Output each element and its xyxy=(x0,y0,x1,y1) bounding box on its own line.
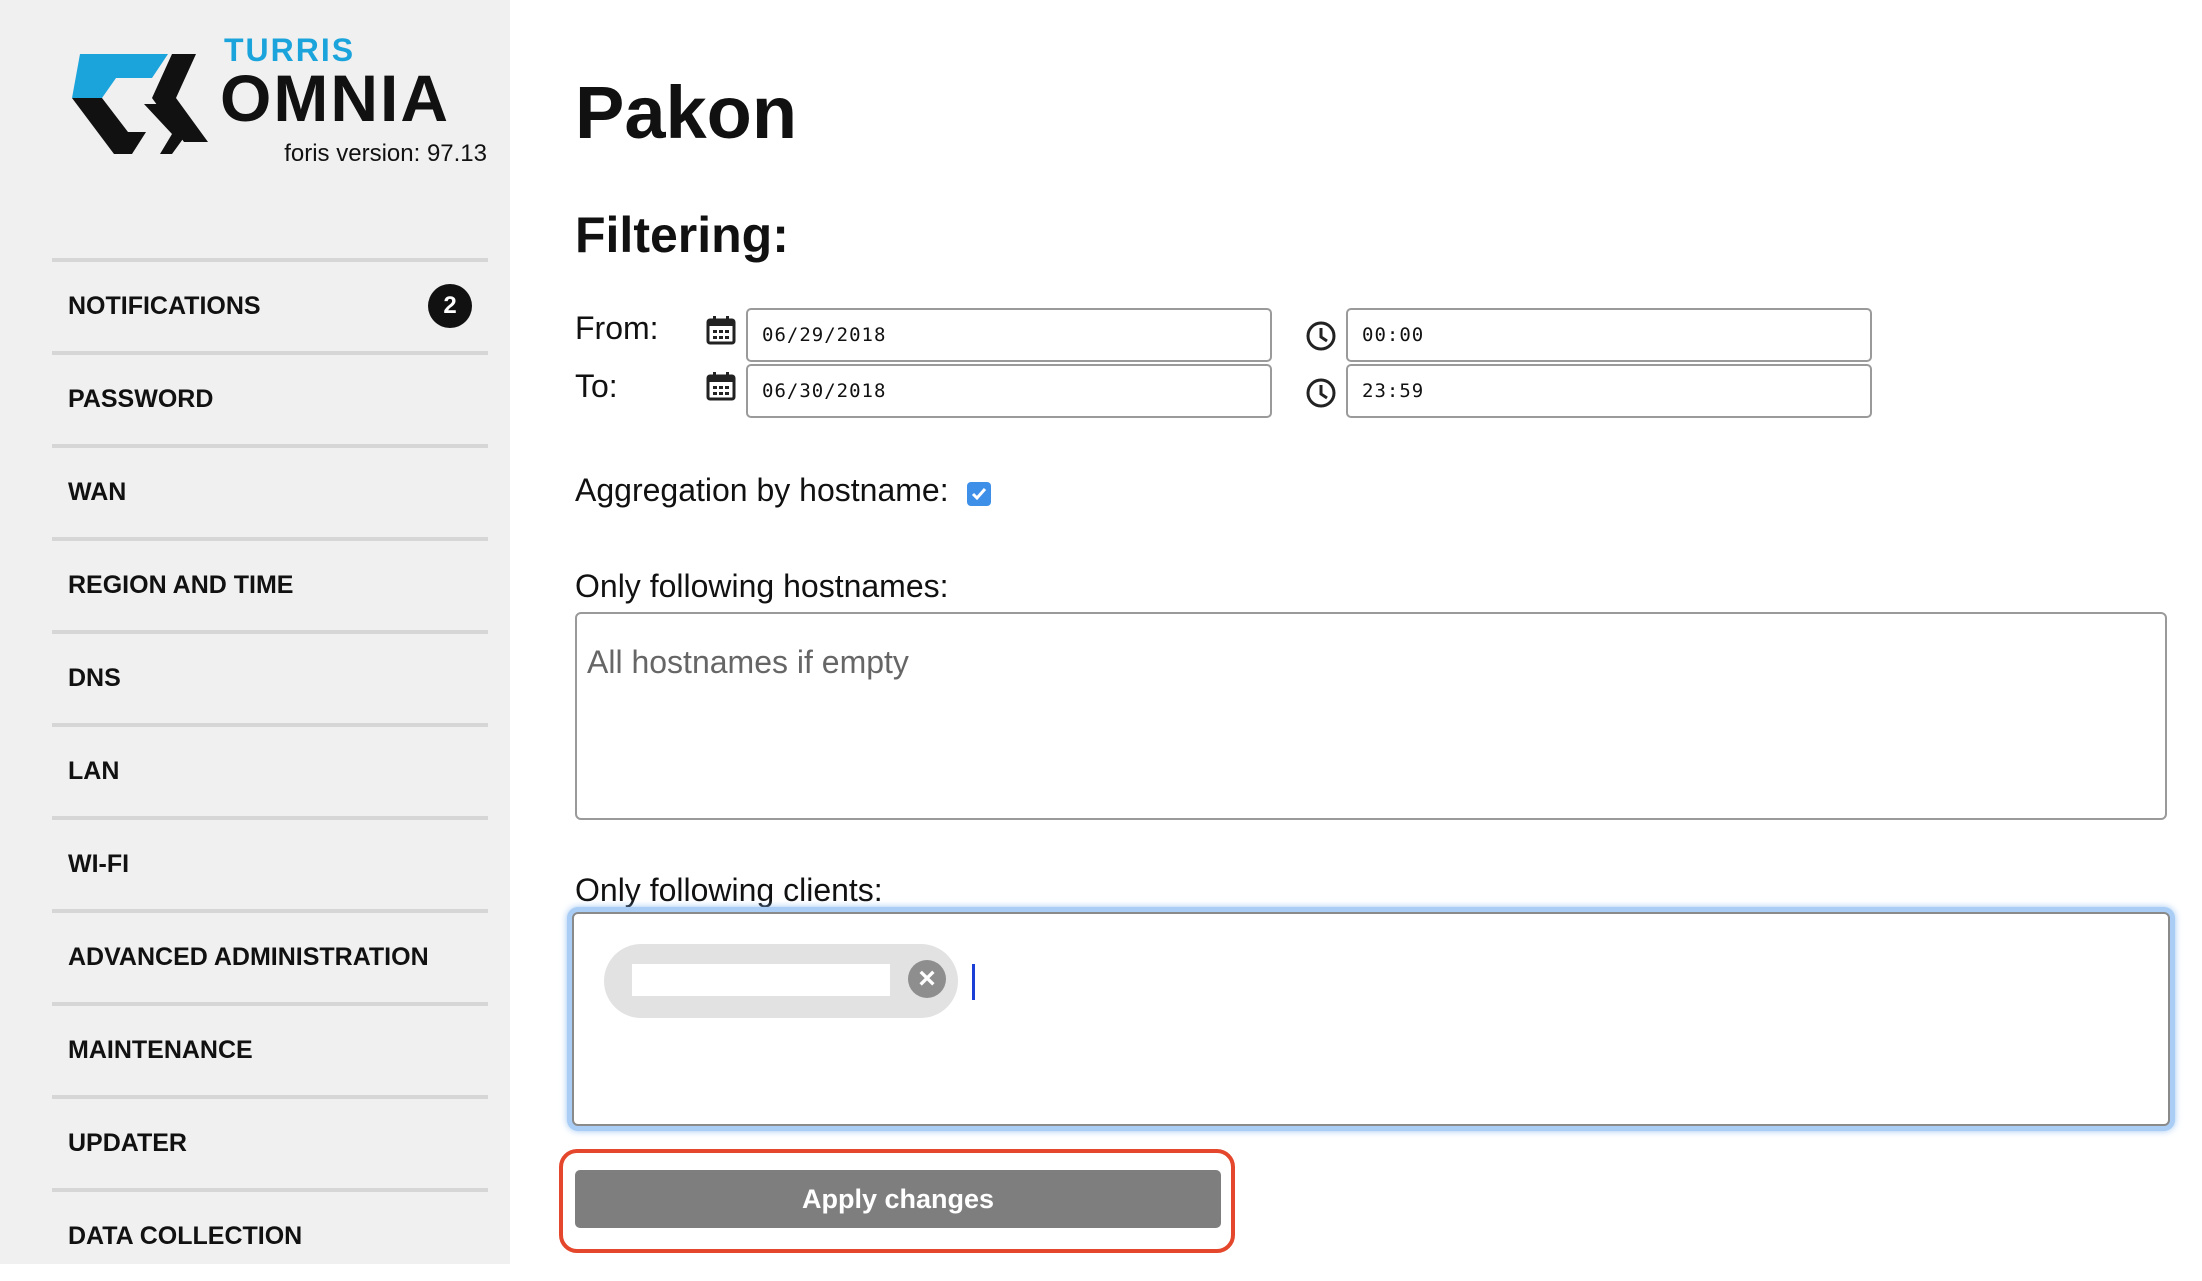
sidebar: TURRIS OMNIA foris version: 97.13 NOTIFI… xyxy=(0,0,510,1264)
sidebar-item-label: DNS xyxy=(68,664,121,692)
sidebar-item-label: DATA COLLECTION xyxy=(68,1222,303,1250)
filtering-title: Filtering: xyxy=(575,207,789,263)
apply-changes-button[interactable]: Apply changes xyxy=(575,1170,1221,1228)
foris-version-label: foris version: xyxy=(284,140,421,167)
sidebar-item-password[interactable]: PASSWORD xyxy=(52,351,488,444)
sidebar-item-dns[interactable]: DNS xyxy=(52,630,488,723)
foris-version-number: 97.13 xyxy=(426,140,487,167)
sidebar-item-label: ADVANCED ADMINISTRATION xyxy=(68,943,429,971)
turris-logo-icon xyxy=(72,54,208,154)
foris-version: foris version: 97.13 xyxy=(284,140,487,168)
notification-count-badge: 2 xyxy=(428,284,472,328)
sidebar-item-data-collection[interactable]: DATA COLLECTION xyxy=(52,1188,488,1281)
client-tag[interactable]: × xyxy=(604,944,958,1018)
clock-icon[interactable] xyxy=(1305,377,1337,409)
clock-icon[interactable] xyxy=(1305,320,1337,352)
calendar-icon[interactable] xyxy=(705,370,737,402)
remove-tag-icon[interactable]: × xyxy=(908,960,946,998)
to-label: To: xyxy=(575,368,618,404)
clients-label: Only following clients: xyxy=(575,872,883,908)
sidebar-item-updater[interactable]: UPDATER xyxy=(52,1095,488,1188)
to-time-input[interactable] xyxy=(1346,364,1872,418)
sidebar-item-wi-fi[interactable]: WI-FI xyxy=(52,816,488,909)
sidebar-item-label: REGION AND TIME xyxy=(68,571,294,599)
sidebar-item-advanced-administration[interactable]: ADVANCED ADMINISTRATION xyxy=(52,909,488,1002)
sidebar-item-label: PASSWORD xyxy=(68,385,214,413)
sidebar-item-wan[interactable]: WAN xyxy=(52,444,488,537)
page-title: Pakon xyxy=(575,71,798,154)
turris-omnia-logo[interactable]: TURRIS OMNIA foris version: 97.13 xyxy=(72,30,502,170)
calendar-icon[interactable] xyxy=(705,314,737,346)
to-date-input[interactable] xyxy=(746,364,1272,418)
sidebar-item-region-and-time[interactable]: REGION AND TIME xyxy=(52,537,488,630)
client-tag-text-redacted xyxy=(632,964,890,996)
sidebar-item-label: WI-FI xyxy=(68,850,130,878)
from-time-input[interactable] xyxy=(1346,308,1872,362)
from-date-input[interactable] xyxy=(746,308,1272,362)
sidebar-item-label: WAN xyxy=(68,478,127,506)
sidebar-item-label: LAN xyxy=(68,757,120,785)
logo-omnia-text: OMNIA xyxy=(220,61,450,135)
checkmark-icon xyxy=(971,488,987,501)
sidebar-nav: NOTIFICATIONS 2 PASSWORD WAN REGION AND … xyxy=(52,258,488,1281)
from-label: From: xyxy=(575,310,659,346)
sidebar-item-notifications[interactable]: NOTIFICATIONS 2 xyxy=(52,258,488,351)
text-caret xyxy=(972,964,975,1000)
sidebar-item-lan[interactable]: LAN xyxy=(52,723,488,816)
sidebar-item-label: NOTIFICATIONS xyxy=(68,292,261,320)
sidebar-item-maintenance[interactable]: MAINTENANCE xyxy=(52,1002,488,1095)
sidebar-item-label: UPDATER xyxy=(68,1129,187,1157)
hostnames-label: Only following hostnames: xyxy=(575,568,949,604)
aggregation-label: Aggregation by hostname: xyxy=(575,472,949,508)
clients-tag-input[interactable]: × xyxy=(572,912,2170,1126)
aggregation-checkbox[interactable] xyxy=(967,482,991,506)
sidebar-item-label: MAINTENANCE xyxy=(68,1036,253,1064)
hostnames-textarea[interactable] xyxy=(575,612,2167,820)
